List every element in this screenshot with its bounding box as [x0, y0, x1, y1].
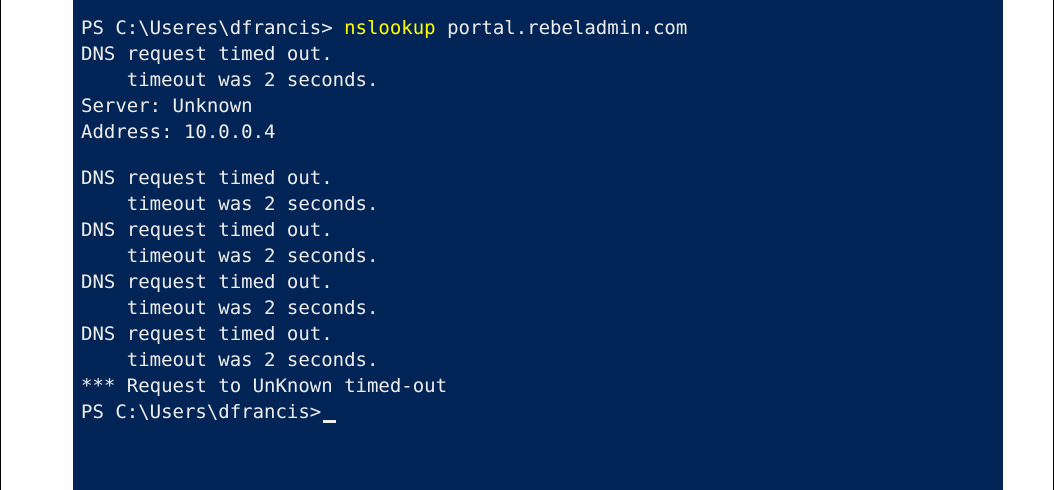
- output-line: DNS request timed out.: [81, 323, 333, 345]
- text-cursor: [323, 420, 337, 423]
- output-line: Server: Unknown: [81, 95, 253, 117]
- output-line: DNS request timed out.: [81, 271, 333, 293]
- output-line: timeout was 2 seconds.: [81, 297, 379, 319]
- screenshot-frame: PS C:\Useres\dfrancis> nslookup portal.r…: [0, 0, 1054, 490]
- command-line: PS C:\Useres\dfrancis> nslookup portal.r…: [81, 15, 1003, 41]
- prompt-line[interactable]: PS C:\Users\dfrancis>: [81, 399, 1003, 425]
- output-line: DNS request timed out.: [81, 43, 333, 65]
- command-name: nslookup: [344, 17, 436, 39]
- output-line: timeout was 2 seconds.: [81, 193, 379, 215]
- output-line: timeout was 2 seconds.: [81, 69, 379, 91]
- output-line: Address: 10.0.0.4: [81, 121, 276, 143]
- output-line: timeout was 2 seconds.: [81, 245, 379, 267]
- output-line: DNS request timed out.: [81, 219, 333, 241]
- output-line: timeout was 2 seconds.: [81, 349, 379, 371]
- prompt: PS C:\Useres\dfrancis>: [81, 17, 345, 39]
- command-args: portal.rebeladmin.com: [435, 17, 688, 39]
- powershell-console[interactable]: PS C:\Useres\dfrancis> nslookup portal.r…: [73, 0, 1003, 490]
- prompt: PS C:\Users\dfrancis>: [81, 401, 322, 423]
- output-line: DNS request timed out.: [81, 167, 333, 189]
- output-line: *** Request to UnKnown timed-out: [81, 375, 448, 397]
